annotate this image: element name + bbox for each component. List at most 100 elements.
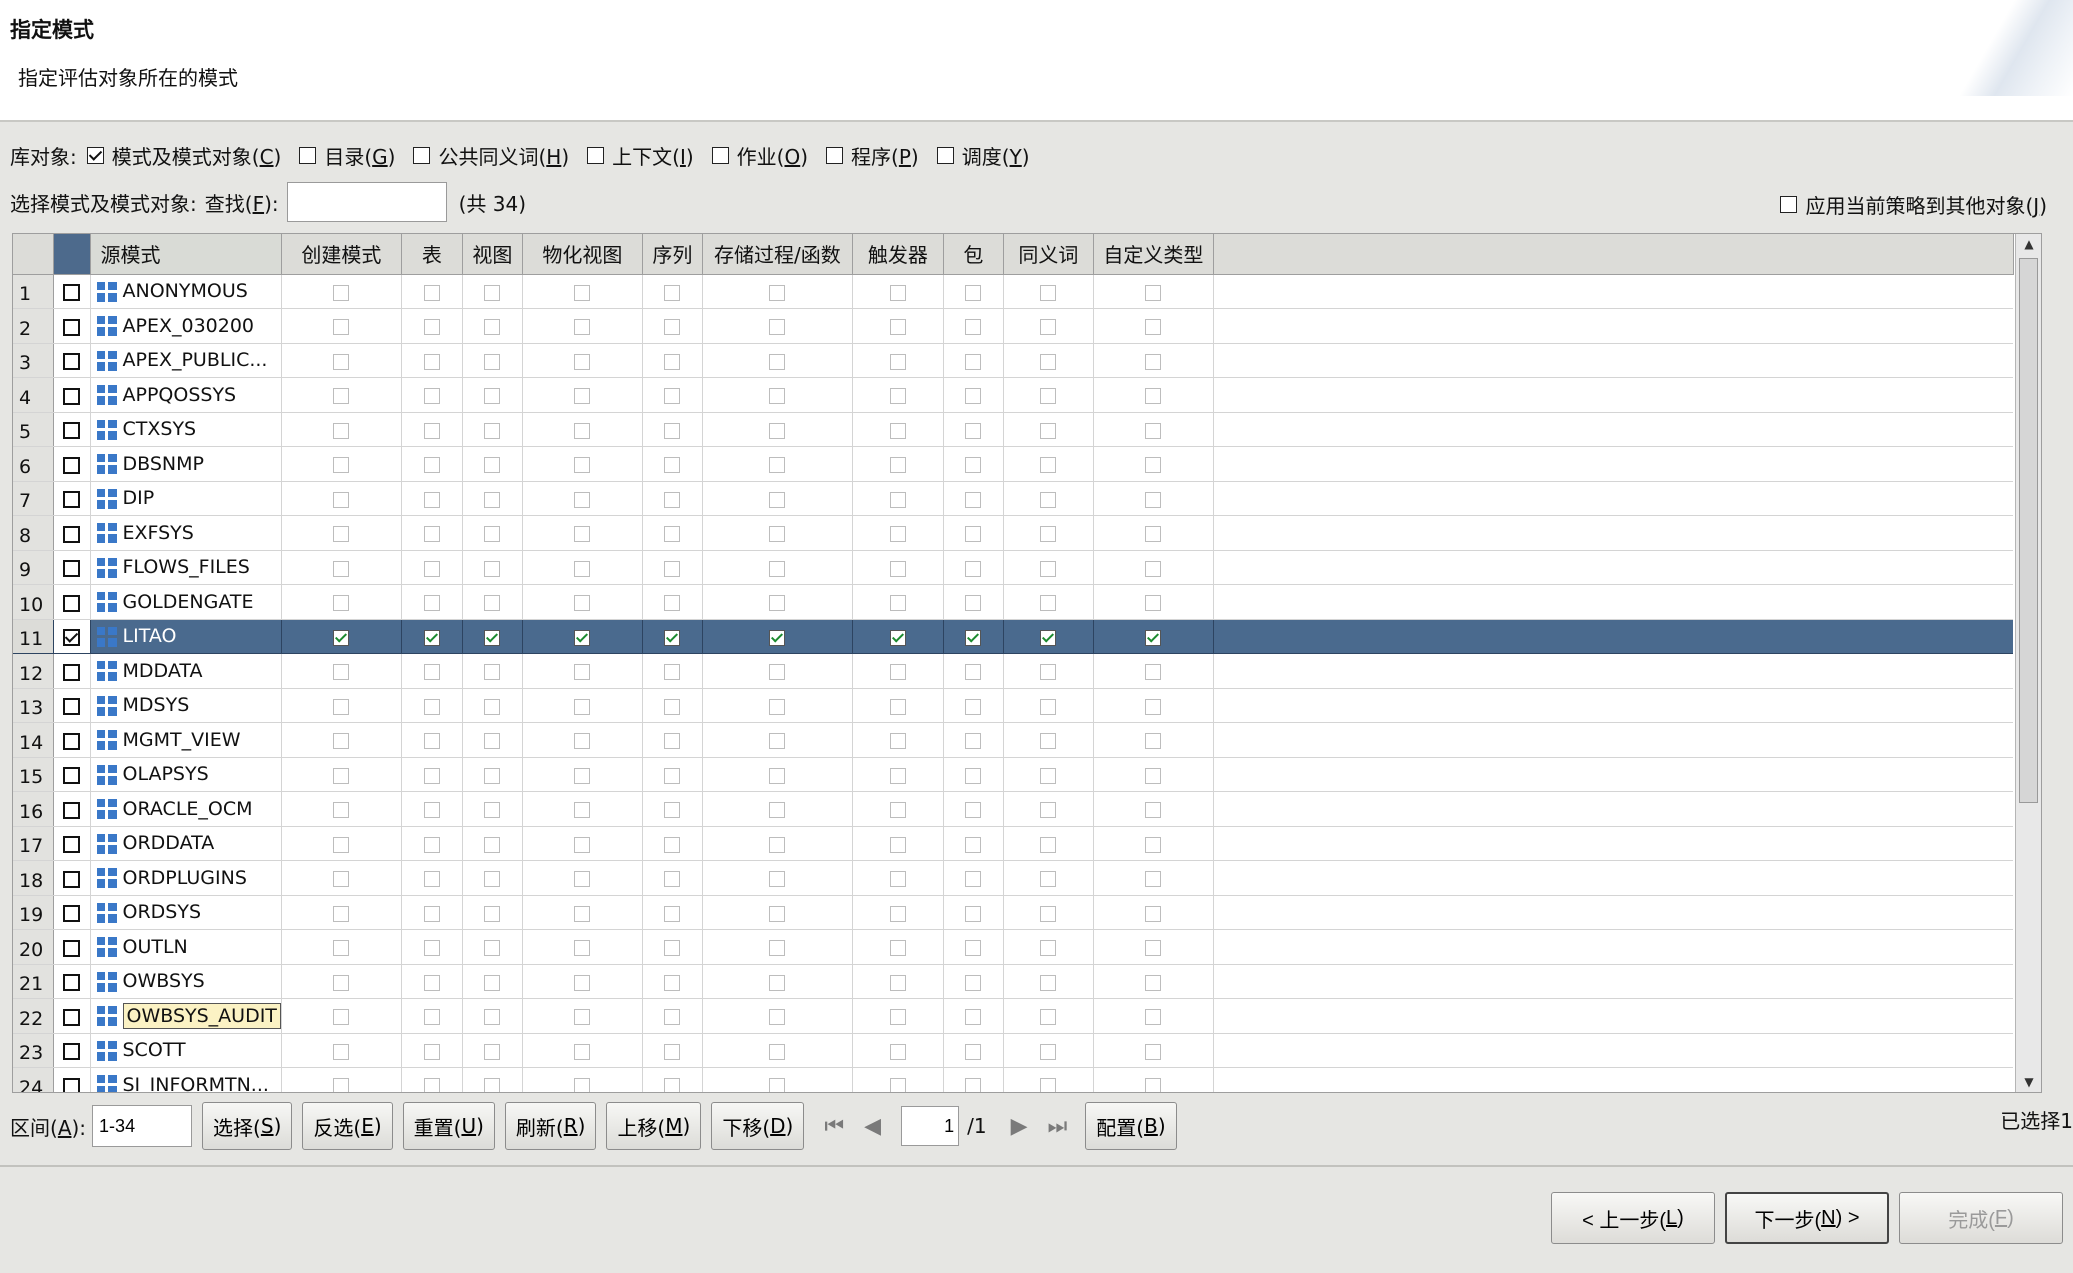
object-type-checkbox[interactable]	[965, 871, 982, 888]
row-select-cell[interactable]	[53, 860, 91, 896]
row-select-cell[interactable]	[53, 964, 91, 999]
object-type-cell[interactable]	[642, 895, 703, 930]
object-type-checkbox[interactable]	[889, 871, 906, 888]
object-type-cell[interactable]	[1093, 274, 1214, 309]
object-type-checkbox[interactable]	[889, 1009, 906, 1026]
object-type-cell[interactable]	[702, 688, 853, 723]
row-select-cell[interactable]	[53, 308, 91, 344]
object-type-cell[interactable]	[943, 1033, 1004, 1068]
object-type-checkbox[interactable]	[484, 698, 501, 715]
object-type-checkbox[interactable]	[1040, 422, 1057, 439]
schema-name-cell[interactable]: ORDDATA	[90, 826, 282, 861]
column-header[interactable]: 视图	[462, 234, 523, 275]
object-type-cell[interactable]	[462, 481, 523, 516]
object-type-cell[interactable]	[642, 343, 703, 378]
object-type-checkbox[interactable]	[769, 1043, 786, 1060]
object-type-checkbox[interactable]	[484, 767, 501, 784]
object-type-checkbox[interactable]	[333, 353, 350, 370]
object-type-cell[interactable]	[1093, 377, 1214, 413]
object-type-cell[interactable]	[1093, 584, 1214, 620]
checkbox[interactable]	[826, 147, 844, 164]
object-type-checkbox[interactable]	[484, 836, 501, 853]
object-type-checkbox[interactable]	[484, 1078, 501, 1092]
object-type-cell[interactable]	[1093, 791, 1214, 827]
object-type-checkbox[interactable]	[574, 629, 591, 646]
object-type-checkbox[interactable]	[664, 284, 681, 301]
object-type-checkbox[interactable]	[664, 974, 681, 991]
object-type-checkbox[interactable]	[664, 871, 681, 888]
library-object-option[interactable]: 目录(G)	[299, 141, 395, 170]
object-type-cell[interactable]	[702, 929, 853, 965]
object-type-checkbox[interactable]	[1145, 802, 1162, 819]
apply-policy-checkbox-box[interactable]	[1780, 196, 1798, 213]
object-type-checkbox[interactable]	[1040, 629, 1057, 646]
object-type-cell[interactable]	[642, 619, 703, 654]
object-type-cell[interactable]	[1003, 964, 1094, 999]
object-type-checkbox[interactable]	[965, 974, 982, 991]
object-type-checkbox[interactable]	[423, 974, 440, 991]
object-type-checkbox[interactable]	[423, 595, 440, 612]
object-type-checkbox[interactable]	[484, 457, 501, 474]
row-select-cell[interactable]	[53, 274, 91, 309]
checkbox[interactable]	[413, 147, 431, 164]
object-type-checkbox[interactable]	[574, 1043, 591, 1060]
object-type-checkbox[interactable]	[965, 284, 982, 301]
table-row[interactable]: 18 ORDPLUGINS	[13, 860, 2014, 896]
object-type-checkbox[interactable]	[484, 422, 501, 439]
object-type-cell[interactable]	[1093, 446, 1214, 482]
object-type-cell[interactable]	[1003, 757, 1094, 792]
object-type-cell[interactable]	[1003, 791, 1094, 827]
object-type-cell[interactable]	[281, 757, 402, 792]
object-type-checkbox[interactable]	[769, 595, 786, 612]
object-type-checkbox[interactable]	[965, 457, 982, 474]
object-type-cell[interactable]	[702, 343, 853, 378]
object-type-checkbox[interactable]	[1145, 388, 1162, 405]
object-type-cell[interactable]	[943, 308, 1004, 344]
object-type-cell[interactable]	[281, 688, 402, 723]
object-type-cell[interactable]	[522, 515, 643, 551]
object-type-checkbox[interactable]	[889, 595, 906, 612]
object-type-cell[interactable]	[1093, 550, 1214, 585]
object-type-checkbox[interactable]	[1040, 802, 1057, 819]
object-type-cell[interactable]	[1003, 1067, 1094, 1092]
object-type-checkbox[interactable]	[889, 560, 906, 577]
object-type-cell[interactable]	[401, 757, 463, 792]
object-type-cell[interactable]	[281, 584, 402, 620]
column-header[interactable]: 同义词	[1003, 234, 1094, 275]
object-type-checkbox[interactable]	[423, 353, 440, 370]
object-type-checkbox[interactable]	[769, 905, 786, 922]
object-type-cell[interactable]	[642, 929, 703, 965]
object-type-checkbox[interactable]	[769, 1009, 786, 1026]
object-type-cell[interactable]	[1093, 343, 1214, 378]
object-type-checkbox[interactable]	[965, 1043, 982, 1060]
object-type-cell[interactable]	[1093, 688, 1214, 723]
object-type-cell[interactable]	[943, 412, 1004, 447]
object-type-cell[interactable]	[462, 791, 523, 827]
schema-name-cell[interactable]: ORACLE_OCM	[90, 791, 282, 827]
library-object-option[interactable]: 程序(P)	[826, 141, 919, 170]
object-type-checkbox[interactable]	[769, 560, 786, 577]
toolbar-button[interactable]: 重置(U)	[402, 1102, 495, 1150]
object-type-checkbox[interactable]	[965, 940, 982, 957]
object-type-checkbox[interactable]	[1145, 560, 1162, 577]
object-type-checkbox[interactable]	[1145, 836, 1162, 853]
object-type-checkbox[interactable]	[965, 319, 982, 336]
object-type-checkbox[interactable]	[574, 457, 591, 474]
object-type-checkbox[interactable]	[664, 940, 681, 957]
object-type-checkbox[interactable]	[1145, 284, 1162, 301]
object-type-checkbox[interactable]	[1040, 974, 1057, 991]
object-type-checkbox[interactable]	[484, 664, 501, 681]
table-row[interactable]: 2 APEX_030200	[13, 308, 2014, 344]
object-type-cell[interactable]	[943, 481, 1004, 516]
object-type-cell[interactable]	[702, 412, 853, 447]
row-select-checkbox[interactable]	[63, 318, 80, 336]
object-type-cell[interactable]	[642, 446, 703, 482]
object-type-checkbox[interactable]	[574, 595, 591, 612]
object-type-checkbox[interactable]	[664, 353, 681, 370]
row-select-checkbox[interactable]	[63, 284, 80, 302]
object-type-checkbox[interactable]	[423, 664, 440, 681]
object-type-cell[interactable]	[522, 1067, 643, 1092]
object-type-cell[interactable]	[462, 895, 523, 930]
object-type-cell[interactable]	[943, 895, 1004, 930]
object-type-cell[interactable]	[642, 964, 703, 999]
